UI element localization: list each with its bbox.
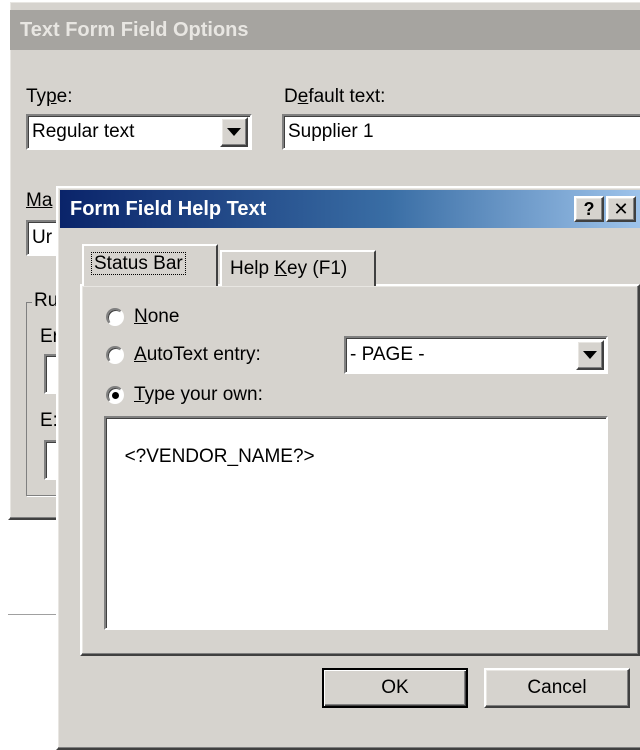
chevron-down-icon — [227, 128, 241, 136]
radio-none-label: None — [134, 306, 180, 327]
tab-status-bar[interactable]: Status Bar — [82, 244, 218, 286]
tab-help-key[interactable]: Help Key (F1) — [220, 250, 376, 286]
type-select-value: Regular text — [32, 121, 135, 142]
max-length-label: Ma — [26, 190, 53, 211]
max-length-value: Ur — [32, 227, 53, 248]
default-text-input[interactable]: Supplier 1 — [282, 114, 640, 150]
cancel-button-label: Cancel — [527, 677, 587, 698]
dialog-title: Form Field Help Text — [70, 198, 267, 220]
radio-none[interactable]: None — [106, 306, 179, 328]
ok-button[interactable]: OK — [322, 668, 468, 708]
default-text-label: Default text: — [284, 86, 386, 107]
bg-dialog-title: Text Form Field Options — [20, 19, 249, 41]
radio-type-own-circle[interactable] — [106, 386, 124, 404]
cancel-button[interactable]: Cancel — [484, 668, 630, 708]
type-label: Type: — [26, 86, 73, 107]
close-button[interactable]: ✕ — [606, 196, 636, 222]
radio-autotext[interactable]: AutoText entry: — [106, 344, 261, 366]
autotext-dropdown-button[interactable] — [576, 340, 604, 370]
radio-type-own-label: Type your own: — [134, 384, 263, 405]
bg-dialog-title-bar: Text Form Field Options — [10, 10, 640, 50]
chevron-down-icon — [583, 351, 597, 359]
tab-status-bar-label: Status Bar — [91, 252, 186, 275]
status-text-value: <?VENDOR_NAME?> — [124, 446, 315, 467]
type-dropdown-button[interactable] — [220, 117, 248, 147]
ok-button-label: OK — [381, 677, 409, 698]
close-icon: ✕ — [613, 198, 629, 219]
radio-type-own[interactable]: Type your own: — [106, 384, 263, 406]
autotext-select[interactable]: - PAGE - — [344, 336, 608, 374]
divider — [8, 614, 58, 615]
autotext-select-value: - PAGE - — [350, 344, 425, 365]
radio-autotext-label: AutoText entry: — [134, 344, 261, 365]
radio-autotext-circle[interactable] — [106, 346, 124, 364]
radio-none-circle[interactable] — [106, 308, 124, 326]
status-text-area[interactable]: <?VENDOR_NAME?> — [104, 416, 608, 630]
default-text-value: Supplier 1 — [288, 121, 374, 142]
type-select[interactable]: Regular text — [26, 114, 252, 150]
help-button[interactable]: ? — [574, 196, 604, 222]
dialog-title-bar: Form Field Help Text — [60, 190, 640, 228]
radio-selected-dot — [111, 391, 119, 399]
question-mark-icon: ? — [583, 198, 595, 219]
tab-help-key-label: Help Key (F1) — [230, 258, 348, 279]
